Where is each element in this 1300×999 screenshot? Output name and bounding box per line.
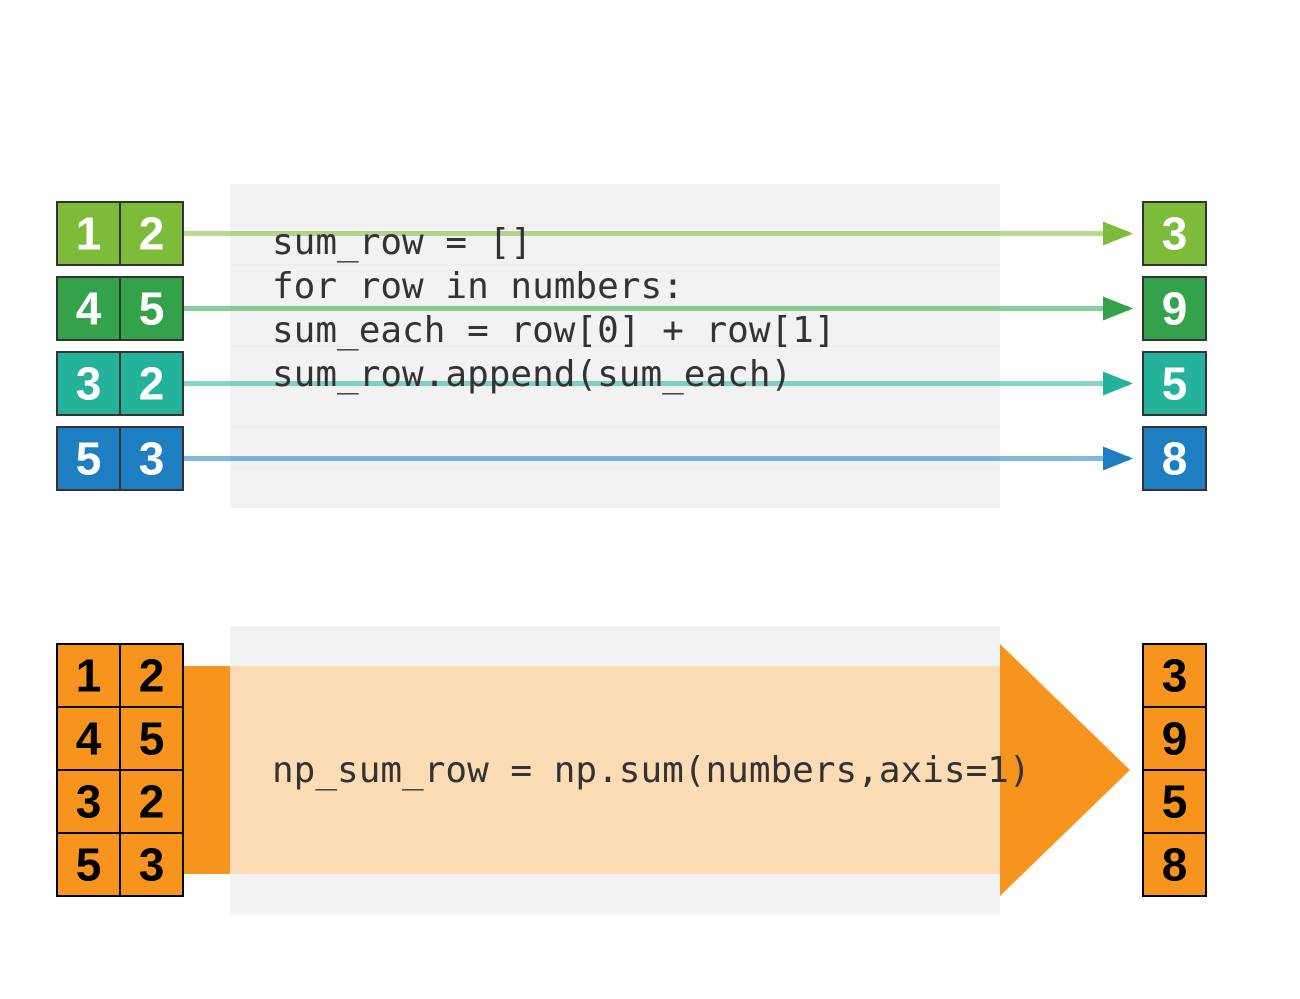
vector-input-value-r3-c0: 5 xyxy=(76,839,102,891)
loop-input-value-r2-c0: 3 xyxy=(76,358,102,410)
vector-input-value-r1-c1: 5 xyxy=(139,713,165,765)
loop-input-value-r3-c1: 3 xyxy=(139,433,165,485)
loop-code-line-0: sum_row = [] xyxy=(272,222,532,263)
vector-input-value-r0-c0: 1 xyxy=(76,650,102,702)
vector-output-value-r0: 3 xyxy=(1162,650,1188,702)
vector-input-value-r3-c1: 3 xyxy=(139,839,165,891)
loop-code-line-2: sum_each = row[0] + row[1] xyxy=(272,310,836,351)
vector-output-value-r1: 9 xyxy=(1162,713,1188,765)
loop-code-line-3: sum_row.append(sum_each) xyxy=(272,354,792,395)
loop-input-value-r2-c1: 2 xyxy=(139,358,165,410)
loop-code-line-1: for row in numbers: xyxy=(272,266,684,307)
loop-output-value-r2: 5 xyxy=(1162,358,1188,410)
loop-output-value-r1: 9 xyxy=(1162,283,1188,335)
vector-output-value-r2: 5 xyxy=(1162,776,1188,828)
loop-input-value-r3-c0: 5 xyxy=(76,433,102,485)
vector-input-value-r1-c0: 4 xyxy=(76,713,102,765)
loop-input-value-r0-c0: 1 xyxy=(76,208,102,260)
loop-input-value-r1-c0: 4 xyxy=(76,283,102,335)
loop-output-value-r0: 3 xyxy=(1162,208,1188,260)
diagram-root: sum_row = []for row in numbers: sum_each… xyxy=(0,0,1300,999)
vector-output-value-r3: 8 xyxy=(1162,839,1188,891)
loop-input-value-r0-c1: 2 xyxy=(139,208,165,260)
vector-input-value-r2-c0: 3 xyxy=(76,776,102,828)
vector-input-value-r0-c1: 2 xyxy=(139,650,165,702)
vector-code-line: np_sum_row = np.sum(numbers,axis=1) xyxy=(272,750,1031,791)
loop-output-value-r3: 8 xyxy=(1162,433,1188,485)
loop-input-value-r1-c1: 5 xyxy=(139,283,165,335)
vector-input-value-r2-c1: 2 xyxy=(139,776,165,828)
